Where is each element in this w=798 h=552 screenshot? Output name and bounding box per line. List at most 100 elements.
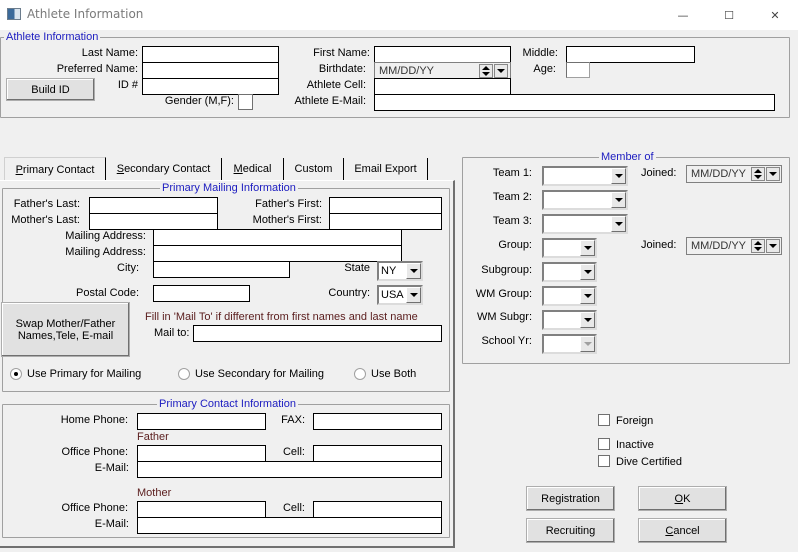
preferred-name-field[interactable]: [142, 62, 279, 79]
group-select[interactable]: [542, 238, 597, 258]
state-dropdown-button[interactable]: [406, 263, 421, 279]
mother-office-phone-field[interactable]: [137, 501, 266, 518]
group-dropdown-button[interactable]: [580, 240, 595, 256]
arrow-up-icon: [482, 66, 490, 70]
close-icon: ✕: [770, 8, 780, 22]
country-dropdown-button[interactable]: [406, 287, 421, 303]
father-cell-field[interactable]: [313, 445, 442, 462]
subgroup-dropdown-button[interactable]: [580, 264, 595, 280]
registration-button[interactable]: Registration: [526, 486, 615, 511]
middle-field[interactable]: [566, 46, 695, 63]
joined2-dropdown[interactable]: [766, 239, 780, 253]
mother-email-field[interactable]: [137, 517, 442, 534]
arrow-down-icon: [754, 247, 762, 251]
chevron-down-icon: [409, 269, 418, 273]
chevron-down-icon: [769, 172, 777, 176]
arrow-up-icon: [754, 169, 762, 173]
chevron-down-icon: [583, 318, 592, 322]
close-button[interactable]: ✕: [752, 0, 798, 30]
athlete-email-field[interactable]: [374, 94, 775, 111]
subgroup-select[interactable]: [542, 262, 597, 282]
team1-select[interactable]: [542, 166, 628, 186]
mailto-field[interactable]: [193, 325, 442, 342]
team3-select[interactable]: [542, 214, 628, 234]
mailing-address-1-field[interactable]: [153, 229, 402, 246]
joined1-picker[interactable]: MM/DD/YY: [686, 165, 782, 183]
school-yr-label: School Yr:: [481, 335, 532, 347]
mother-heading: Mother: [137, 487, 172, 499]
mother-cell-label: Cell:: [282, 502, 305, 514]
father-email-field[interactable]: [137, 461, 442, 478]
fathers-first-field[interactable]: [329, 197, 442, 214]
maximize-button[interactable]: ☐: [706, 0, 752, 30]
swap-mother-father-button[interactable]: Swap Mother/Father Names,Tele, E-mail: [1, 302, 130, 357]
gender-field[interactable]: [238, 94, 253, 110]
use-both-label[interactable]: Use Both: [371, 368, 416, 380]
country-select[interactable]: USA: [377, 285, 423, 305]
tab-primary-contact[interactable]: Primary Contact: [4, 157, 106, 181]
city-field[interactable]: [153, 261, 290, 278]
team3-dropdown-button[interactable]: [611, 216, 626, 232]
wm-subgr-select[interactable]: [542, 310, 597, 330]
mailing-address-2-field[interactable]: [153, 245, 402, 262]
inactive-label[interactable]: Inactive: [616, 439, 654, 451]
age-field: [566, 62, 590, 78]
minimize-button[interactable]: —: [660, 0, 706, 30]
mother-cell-field[interactable]: [313, 501, 442, 518]
state-select[interactable]: NY: [377, 261, 423, 281]
mothers-last-field[interactable]: [89, 213, 218, 230]
arrow-up-icon: [754, 241, 762, 245]
middle-label: Middle:: [522, 47, 558, 59]
fathers-last-field[interactable]: [89, 197, 218, 214]
state-value: NY: [381, 265, 397, 277]
tab-email-export[interactable]: Email Export: [344, 158, 428, 180]
cancel-button[interactable]: Cancel: [638, 518, 727, 543]
id-field[interactable]: [142, 78, 279, 95]
mother-office-phone-label: Office Phone:: [61, 502, 128, 514]
fax-field[interactable]: [313, 413, 442, 430]
postal-code-field[interactable]: [153, 285, 250, 302]
joined1-dropdown[interactable]: [766, 167, 780, 181]
mailto-label: Mail to:: [154, 327, 190, 339]
home-phone-field[interactable]: [137, 413, 266, 430]
chevron-down-icon: [614, 222, 623, 226]
birthdate-dropdown[interactable]: [494, 64, 508, 78]
father-heading: Father: [137, 431, 169, 443]
foreign-checkbox[interactable]: [598, 414, 610, 426]
build-id-button[interactable]: Build ID: [6, 78, 95, 101]
mothers-first-field[interactable]: [329, 213, 442, 230]
dive-certified-checkbox[interactable]: [598, 455, 610, 467]
last-name-field[interactable]: [142, 46, 279, 63]
team2-dropdown-button[interactable]: [611, 192, 626, 208]
dive-certified-label[interactable]: Dive Certified: [616, 456, 682, 468]
use-secondary-label[interactable]: Use Secondary for Mailing: [195, 368, 324, 380]
joined1-spinner[interactable]: [751, 167, 765, 181]
tab-medical[interactable]: Medical: [222, 158, 284, 180]
use-both-radio[interactable]: [354, 368, 366, 380]
father-office-phone-field[interactable]: [137, 445, 266, 462]
foreign-label[interactable]: Foreign: [616, 415, 653, 427]
wm-group-select[interactable]: [542, 286, 597, 306]
tab-secondary-contact[interactable]: Secondary Contact: [106, 158, 222, 180]
recruiting-button[interactable]: Recruiting: [526, 518, 615, 543]
team1-dropdown-button[interactable]: [611, 168, 626, 184]
window-title: Athlete Information: [27, 7, 144, 21]
inactive-checkbox[interactable]: [598, 438, 610, 450]
athlete-cell-field[interactable]: [374, 78, 511, 95]
wm-subgr-dropdown-button[interactable]: [580, 312, 595, 328]
birthdate-spinner[interactable]: [479, 64, 493, 78]
first-name-field[interactable]: [374, 46, 511, 63]
team2-select[interactable]: [542, 190, 628, 210]
joined1-value: MM/DD/YY: [691, 168, 746, 180]
athlete-cell-label: Athlete Cell:: [306, 79, 366, 91]
wm-group-dropdown-button[interactable]: [580, 288, 595, 304]
ok-button[interactable]: OK: [638, 486, 727, 511]
joined2-picker[interactable]: MM/DD/YY: [686, 237, 782, 255]
school-yr-select: [542, 334, 597, 354]
mailto-hint: Fill in 'Mail To' if different from firs…: [145, 311, 418, 323]
tab-custom[interactable]: Custom: [284, 158, 344, 180]
use-primary-radio[interactable]: [10, 368, 22, 380]
use-secondary-radio[interactable]: [178, 368, 190, 380]
joined2-spinner[interactable]: [751, 239, 765, 253]
use-primary-label[interactable]: Use Primary for Mailing: [27, 368, 141, 380]
